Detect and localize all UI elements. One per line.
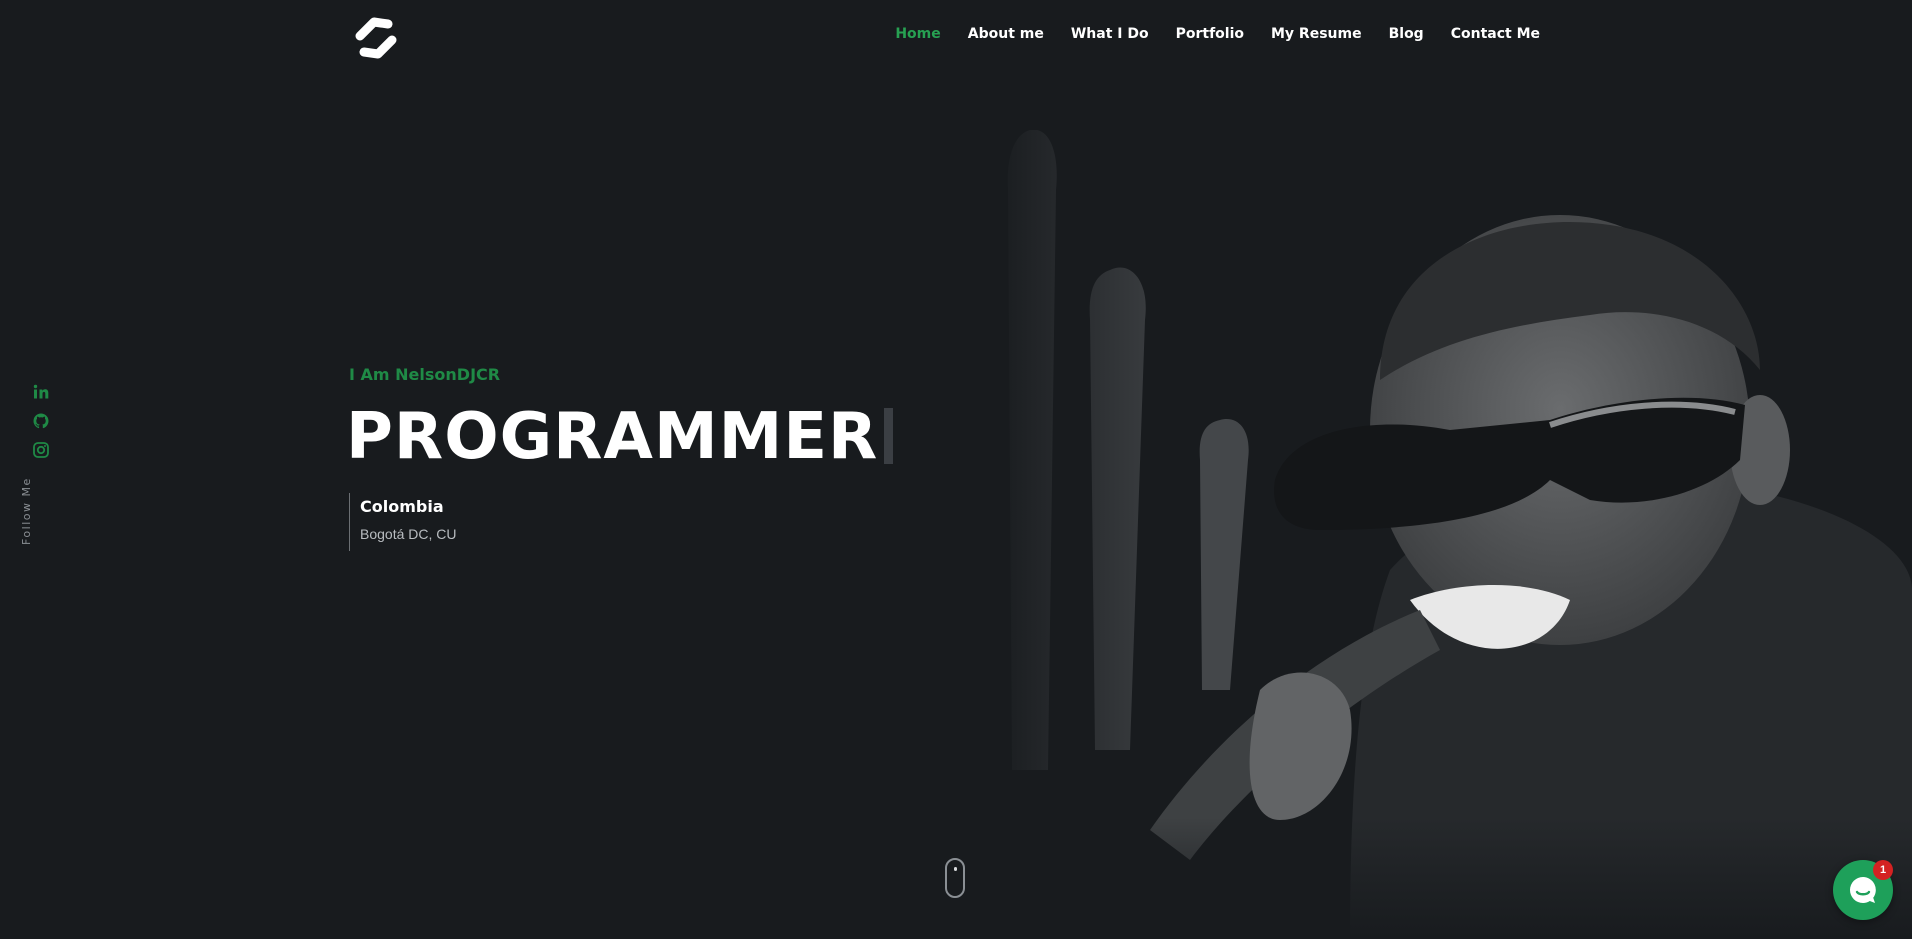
main-nav: Home About me What I Do Portfolio My Res… bbox=[868, 26, 1540, 42]
chat-notification-badge: 1 bbox=[1873, 860, 1893, 880]
scroll-wheel-dot bbox=[954, 867, 957, 871]
typing-caret bbox=[884, 408, 894, 464]
nav-what-i-do[interactable]: What I Do bbox=[1071, 26, 1149, 42]
linkedin-icon[interactable] bbox=[32, 383, 50, 401]
nav-blog[interactable]: Blog bbox=[1389, 26, 1424, 42]
location-city: Bogotá DC, CU bbox=[360, 526, 457, 542]
github-icon[interactable] bbox=[32, 412, 50, 430]
nav-contact-me[interactable]: Contact Me bbox=[1451, 26, 1540, 42]
hero-role-title: PROGRAMMER bbox=[346, 400, 894, 474]
scroll-down-indicator[interactable] bbox=[945, 858, 965, 898]
hero-portrait-image bbox=[990, 130, 1912, 939]
nav-my-resume[interactable]: My Resume bbox=[1271, 26, 1362, 42]
chat-bubble-icon bbox=[1850, 877, 1876, 903]
follow-me-label: Follow Me bbox=[20, 477, 33, 545]
site-logo[interactable] bbox=[348, 14, 404, 62]
nav-home[interactable]: Home bbox=[895, 26, 940, 42]
hero-role-text: PROGRAMMER bbox=[346, 400, 879, 474]
social-links bbox=[32, 383, 52, 470]
nav-about-me[interactable]: About me bbox=[968, 26, 1044, 42]
hero-intro: I Am NelsonDJCR bbox=[349, 365, 501, 384]
nav-portfolio[interactable]: Portfolio bbox=[1176, 26, 1244, 42]
location-country: Colombia bbox=[360, 497, 444, 516]
instagram-icon[interactable] bbox=[32, 441, 50, 459]
hero-location: Colombia Bogotá DC, CU bbox=[349, 493, 456, 551]
